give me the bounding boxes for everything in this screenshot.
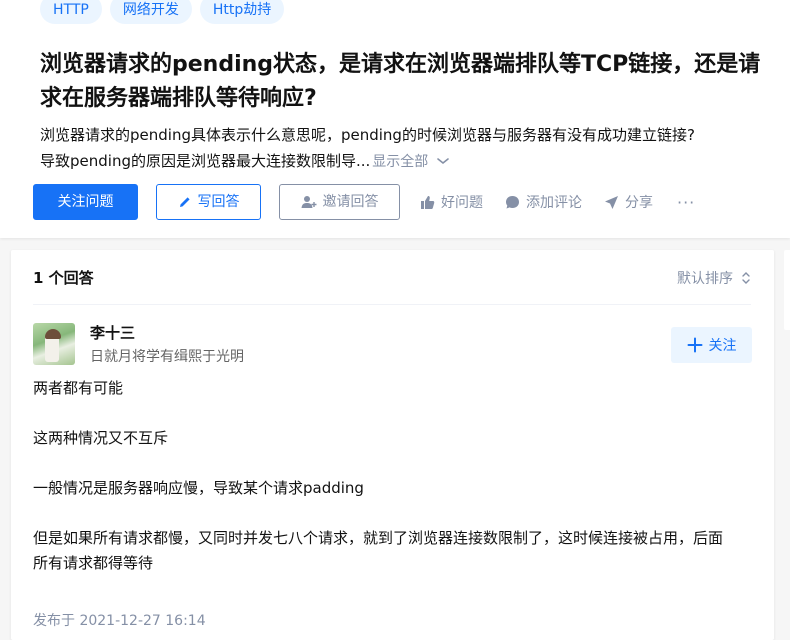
invite-answer-button[interactable]: 邀请回答 (279, 184, 400, 220)
author-name[interactable]: 李十三 (90, 322, 135, 343)
pen-icon (178, 195, 192, 209)
follow-question-button[interactable]: 关注问题 (33, 184, 138, 220)
good-question-button[interactable]: 好问题 (420, 192, 483, 212)
sort-chevron-icon (741, 271, 751, 285)
write-answer-label: 写回答 (197, 194, 240, 210)
answer-count: 1 个回答 (33, 269, 94, 287)
author-bio: 日就月将学有缉熙于光明 (90, 349, 244, 365)
sidebar-card (784, 250, 790, 330)
add-user-icon (301, 195, 317, 209)
topic-tag[interactable]: 网络开发 (109, 0, 192, 24)
topic-tag[interactable]: HTTP (40, 0, 102, 24)
question-actions: 关注问题 写回答 邀请回答 好问题 添加评论 分享 ··· (33, 184, 695, 220)
answer-paragraph: 两者都有可能 (33, 379, 124, 397)
plus-icon (687, 337, 703, 353)
add-comment-button[interactable]: 添加评论 (505, 192, 582, 212)
answer-paragraph: 一般情况是服务器响应慢，导致某个请求padding (33, 479, 364, 497)
share-label: 分享 (625, 195, 653, 211)
topic-tags: HTTP 网络开发 Http劫持 (40, 0, 285, 24)
invite-answer-label: 邀请回答 (322, 194, 379, 210)
publish-time[interactable]: 发布于 2021-12-27 16:14 (33, 610, 206, 630)
good-question-label: 好问题 (441, 195, 483, 211)
comment-icon (505, 195, 520, 210)
follow-author-label: 关注 (708, 338, 737, 354)
answer-list-card: 1 个回答 默认排序 李十三 日就月将学有缉熙于光明 关注 两者都有可能 这两种… (11, 250, 774, 640)
show-all-button[interactable]: 显示全部 (372, 154, 428, 170)
question-header: HTTP 网络开发 Http劫持 浏览器请求的pending状态，是请求在浏览器… (0, 0, 790, 238)
question-description-line: 浏览器请求的pending具体表示什么意思呢，pending的时候浏览器与服务器… (40, 126, 695, 144)
follow-author-button[interactable]: 关注 (671, 327, 752, 363)
avatar[interactable] (33, 323, 75, 365)
avatar-hair (45, 329, 61, 339)
topic-tag[interactable]: Http劫持 (199, 0, 285, 24)
chevron-down-icon[interactable] (436, 156, 450, 166)
write-answer-button[interactable]: 写回答 (156, 184, 261, 220)
question-description: 浏览器请求的pending具体表示什么意思呢，pending的时候浏览器与服务器… (40, 122, 780, 175)
share-button[interactable]: 分享 (604, 192, 653, 212)
add-comment-label: 添加评论 (526, 195, 582, 211)
answer-paragraph: 这两种情况又不互斥 (33, 429, 169, 447)
sort-dropdown[interactable]: 默认排序 (677, 268, 751, 288)
sort-label: 默认排序 (677, 271, 733, 287)
question-description-line: 导致pending的原因是浏览器最大连接数限制导... (40, 152, 371, 170)
question-title: 浏览器请求的pending状态，是请求在浏览器端排队等TCP链接，还是请求在服务… (40, 52, 761, 111)
answer-paragraph: 但是如果所有请求都慢，又同时并发七八个请求，就到了浏览器连接数限制了，这时候连接… (33, 529, 724, 572)
thumbs-up-icon (420, 195, 435, 210)
more-options-button[interactable]: ··· (677, 193, 695, 212)
answer-list-header: 1 个回答 默认排序 (33, 250, 751, 305)
paper-plane-icon (604, 195, 619, 210)
answer-content: 两者都有可能 这两种情况又不互斥 一般情况是服务器响应慢，导致某个请求paddi… (33, 376, 733, 601)
